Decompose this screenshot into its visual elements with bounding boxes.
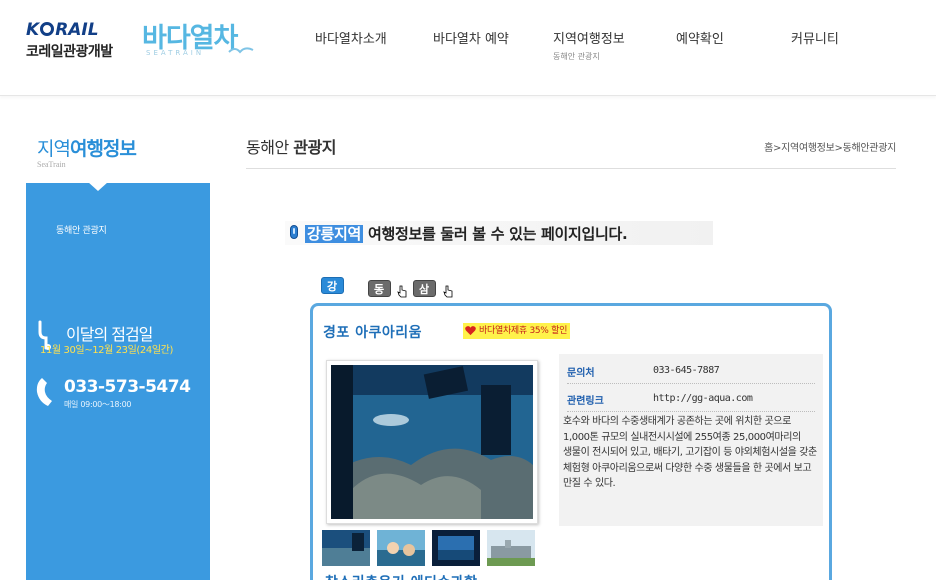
sidebar-title-b: 여행정보 (69, 138, 137, 160)
attraction-photo[interactable] (326, 360, 538, 524)
contact-value: 033-645-7887 (653, 365, 720, 376)
intro-body: 여행정보를 둘러 볼 수 있는 페이지입니다. (363, 225, 628, 243)
nav-item-intro[interactable]: 바다열차소개 (315, 28, 387, 47)
sidebar-title-a: 지역 (37, 138, 71, 160)
thumbnail[interactable] (487, 530, 535, 566)
tab-donghae[interactable]: 동해 (368, 280, 392, 313)
thumbnail[interactable] (322, 530, 370, 566)
link-label: 관련링크 (567, 396, 604, 407)
nav-item-confirm[interactable]: 예약확인 (676, 28, 724, 47)
attraction-description: 호수와 바다의 수중생태계가 공존하는 곳에 위치한 곳으로 1,000톤 규모… (563, 416, 817, 489)
thumbnail-image (322, 530, 370, 566)
link-row: 관련링크 http://gg-aqua.com (567, 390, 815, 412)
intro-banner: 강릉지역 여행정보를 둘러 볼 수 있는 페이지입니다. (285, 221, 713, 245)
attraction-title[interactable]: 경포 아쿠아리움 (323, 322, 422, 342)
inspection-info: 이달의 점검일 11월 30일~12월 23일(24일간) (34, 318, 214, 358)
attraction-info-box: 문의처 033-645-7887 관련링크 http://gg-aqua.com… (559, 354, 823, 526)
sidebar-notch (88, 182, 108, 191)
next-attraction-title[interactable]: 참소리축음기 에디슨과학 (325, 572, 478, 580)
sidebar-panel: 동해안 관광지 이달의 점검일 11월 30일~12월 23일(24일간) 03… (26, 182, 210, 580)
phone-hours: 매일 09:00～18:00 (64, 400, 132, 409)
pin-icon (290, 225, 298, 239)
thumbnail[interactable] (377, 530, 425, 566)
intro-highlight: 강릉지역 (305, 225, 364, 243)
link-value[interactable]: http://gg-aqua.com (653, 393, 753, 404)
site-header: K RAIL 코레일관광개발 바다열차 SEATRAIN 바다열차소개 바다열차 … (0, 0, 936, 96)
heart-icon (465, 326, 476, 336)
thumbnail-image (377, 530, 425, 566)
page-title-bold: 관광지 (293, 138, 336, 157)
discount-badge: 바다열차제휴 35% 할인 (463, 323, 571, 339)
hand-cursor-icon (397, 285, 407, 298)
thumbnail-image (487, 530, 535, 566)
attraction-card: 경포 아쿠아리움 바다열차제휴 35% 할인 문의처 033-645-7887 … (310, 303, 832, 580)
intro-text: 강릉지역 여행정보를 둘러 볼 수 있는 페이지입니다. (305, 223, 628, 244)
breadcrumb[interactable]: 홈>지역여행정보>동해안관광지 (726, 139, 896, 154)
inspection-dates: 11월 30일~12월 23일(24일간) (40, 345, 173, 356)
nav-subitem-east-coast[interactable]: 동해안 관광지 (553, 51, 600, 62)
nav-item-regional-info[interactable]: 지역여행정보 동해안 관광지 (553, 28, 625, 61)
aquarium-scene-image (331, 365, 533, 519)
tab-gangneung[interactable]: 강릉 (321, 277, 345, 310)
thumbnail-image (432, 530, 480, 566)
page-title-plain: 동해안 (246, 138, 294, 157)
nav-item-community[interactable]: 커뮤니티 (791, 28, 839, 47)
thumbnail[interactable] (432, 530, 480, 566)
nav-item-label: 지역여행정보 (553, 32, 625, 47)
photo-thumbnails (322, 530, 542, 570)
sidebar-item-east-coast[interactable]: 동해안 관광지 (56, 223, 107, 236)
page-title: 동해안 관광지 (246, 134, 336, 158)
title-divider (246, 168, 896, 169)
utility-links (540, 0, 692, 4)
contact-row: 문의처 033-645-7887 (567, 362, 815, 384)
tab-samcheok[interactable]: 삼척 (413, 280, 437, 313)
hand-cursor-icon (443, 285, 453, 298)
phone-icon (36, 378, 52, 406)
phone-number: 033-573-5474 (64, 377, 191, 397)
nav-item-reservation[interactable]: 바다열차 예약 (433, 28, 509, 47)
sidebar-title: 지역여행정보 (37, 134, 137, 161)
main-nav: 바다열차소개 바다열차 예약 지역여행정보 동해안 관광지 예약확인 커뮤니티 (0, 28, 936, 68)
discount-badge-text: 바다열차제휴 35% 할인 (479, 326, 568, 336)
contact-label: 문의처 (567, 368, 595, 379)
sidebar-subtitle: SeaTrain (37, 160, 66, 169)
phone-info: 033-573-5474 매일 09:00～18:00 (34, 375, 214, 415)
